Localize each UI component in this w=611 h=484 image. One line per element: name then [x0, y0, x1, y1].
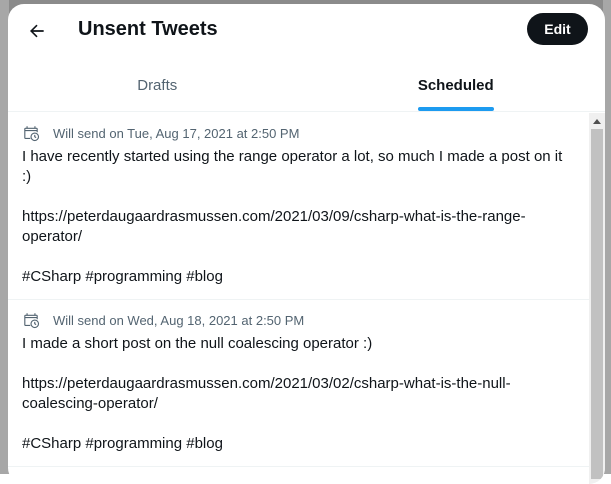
tweet-hashtags: #CSharp #programming #blog	[22, 268, 223, 285]
scheduled-tweet-list: Will send on Tue, Aug 17, 2021 at 2:50 P…	[8, 113, 589, 484]
tab-bar: Drafts Scheduled	[8, 60, 605, 112]
tweet-link: operator/	[22, 228, 83, 245]
edit-button[interactable]: Edit	[527, 13, 588, 45]
calendar-clock-icon	[24, 313, 40, 329]
tab-scheduled[interactable]: Scheduled	[307, 60, 606, 111]
back-button[interactable]	[20, 14, 54, 48]
line-break	[22, 354, 576, 374]
tweet-link: https://peterdaugaardrasmussen.com/2021/…	[22, 208, 526, 225]
line-break	[22, 414, 576, 434]
scheduled-tweet-item[interactable]: Will send on Wed, Aug 18, 2021 at 2:50 P…	[8, 300, 589, 467]
line-break	[22, 187, 576, 207]
tweet-hashtags: #CSharp #programming #blog	[22, 435, 223, 452]
dialog-header: Unsent Tweets Edit	[8, 4, 605, 56]
unsent-tweets-dialog: Unsent Tweets Edit Drafts Scheduled Will…	[8, 4, 605, 484]
tweet-line: I made a short post on the null coalesci…	[22, 335, 373, 352]
scroll-up-button[interactable]	[589, 113, 605, 129]
scheduled-tweet-item[interactable]: Will send on Tue, Aug 17, 2021 at 2:50 P…	[8, 113, 589, 300]
tweet-text: I made a short post on the null coalesci…	[22, 334, 576, 454]
tweet-link: coalescing-operator/	[22, 395, 158, 412]
tab-label: Drafts	[137, 77, 178, 94]
active-tab-indicator	[417, 107, 494, 111]
line-break	[22, 247, 576, 267]
tab-drafts[interactable]: Drafts	[8, 60, 307, 111]
calendar-clock-icon	[24, 126, 40, 142]
arrow-left-icon	[30, 24, 44, 38]
tweet-link: https://peterdaugaardrasmussen.com/2021/…	[22, 375, 511, 392]
dialog-title: Unsent Tweets	[78, 18, 218, 40]
tweet-line: I have recently started using the range …	[22, 148, 563, 165]
triangle-up-icon	[593, 119, 601, 124]
schedule-meta: Will send on Wed, Aug 18, 2021 at 2:50 P…	[22, 310, 576, 330]
tab-label: Scheduled	[417, 77, 494, 94]
scrollbar-thumb[interactable]	[591, 129, 603, 479]
scheduled-time: Will send on Tue, Aug 17, 2021 at 2:50 P…	[53, 125, 300, 141]
tweet-line: :)	[22, 168, 32, 185]
scheduled-time: Will send on Wed, Aug 18, 2021 at 2:50 P…	[53, 312, 305, 328]
schedule-meta: Will send on Tue, Aug 17, 2021 at 2:50 P…	[22, 123, 576, 143]
tweet-text: I have recently started using the range …	[22, 147, 576, 287]
vertical-scrollbar[interactable]	[589, 113, 605, 484]
